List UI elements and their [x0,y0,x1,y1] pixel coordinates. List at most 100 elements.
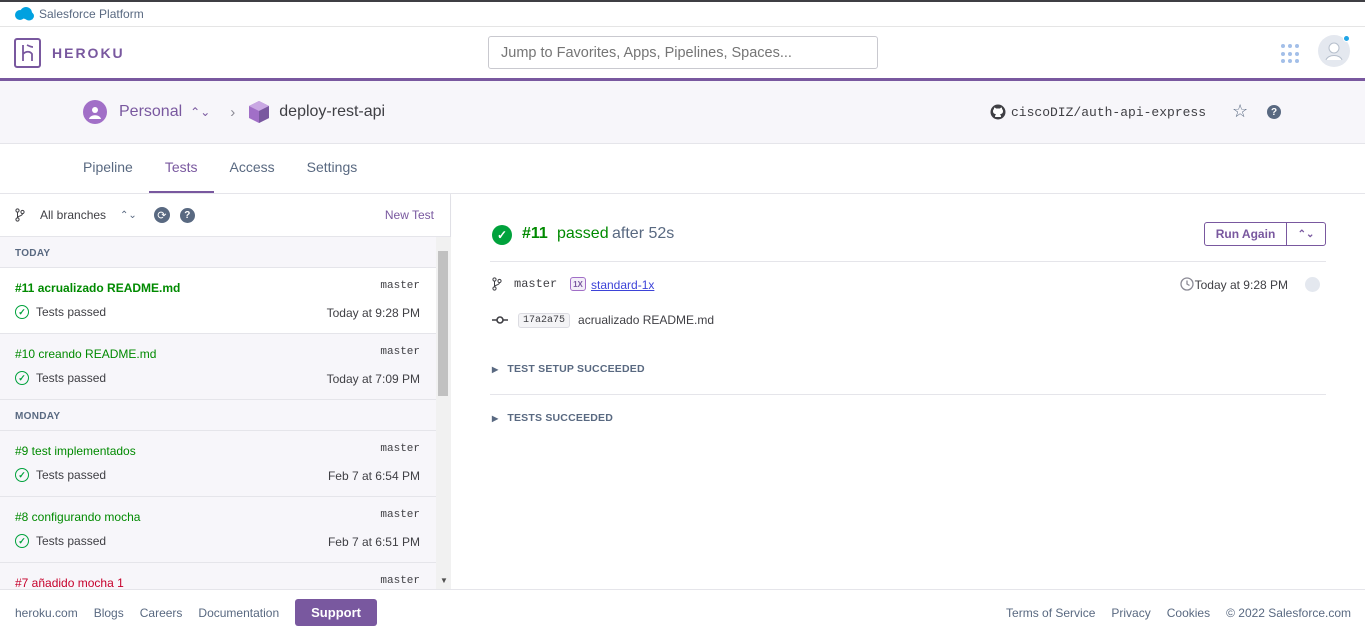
test-run-status: ✓ Tests passed [15,468,106,482]
passed-check-icon: ✓ [492,225,512,245]
expand-triangle-icon: ▶ [492,364,499,374]
heroku-brand-text: HEROKU [52,44,125,61]
test-run-item[interactable]: #10 creando README.md master ✓ Tests pass… [0,334,436,400]
footer-link-blogs[interactable]: Blogs [94,606,124,620]
tab-settings[interactable]: Settings [291,144,374,193]
test-run-title: #11 acrualizado README.md [15,281,181,295]
test-run-item[interactable]: #11 acrualizado README.md master ✓ Tests … [0,268,436,334]
check-circle-icon: ✓ [15,371,29,385]
dyno-size-badge: 1X [570,277,586,291]
salesforce-cloud-icon [15,7,34,21]
test-run-result: passed [557,225,609,242]
test-run-detail: ✓ #11 passed after 52s Run Again ⌃⌄ mast… [452,194,1365,589]
support-button[interactable]: Support [295,599,377,626]
test-run-header: ✓ #11 passed after 52s Run Again ⌃⌄ [490,222,1326,262]
test-run-item[interactable]: #9 test implementados master ✓ Tests pass… [0,431,436,497]
test-run-status: ✓ Tests passed [15,534,106,548]
check-circle-icon: ✓ [15,305,29,319]
check-circle-icon: ✓ [15,468,29,482]
footer-link-heroku[interactable]: heroku.com [15,606,78,620]
test-run-time: Feb 7 at 6:54 PM [327,469,420,483]
favorite-star-icon[interactable]: ☆ [1232,101,1248,122]
test-run-branch: master [380,509,420,521]
test-setup-section[interactable]: ▶ TEST SETUP SUCCEEDED [492,363,1326,375]
tab-tests[interactable]: Tests [148,144,214,193]
github-repo-link[interactable]: ciscoDIZ/auth-api-express [990,104,1206,120]
heroku-logo[interactable]: HEROKU [14,37,125,68]
section-label: TESTS SUCCEEDED [507,412,614,424]
day-group-label: MONDAY [0,400,436,431]
test-run-status: ✓ Tests passed [15,305,106,319]
day-group-label: TODAY [0,237,436,268]
expand-triangle-icon: ▶ [492,413,499,423]
section-label: TEST SETUP SUCCEEDED [507,363,645,375]
test-run-status-label: Tests passed [36,371,107,385]
test-run-time: Feb 7 at 6:51 PM [327,535,420,549]
help-icon[interactable]: ? [1267,105,1281,119]
breadcrumb-chevron-icon: › [230,103,236,121]
footer-link-privacy[interactable]: Privacy [1111,606,1150,620]
dyno-size-link[interactable]: standard-1x [591,278,654,292]
tab-pipeline[interactable]: Pipeline [67,144,149,193]
tab-access[interactable]: Access [214,144,291,193]
user-avatar [1305,277,1320,292]
test-run-number: #11 [522,225,548,242]
app-breadcrumb-bar: Personal ⌃⌄ › deploy-rest-api ciscoDIZ/a… [0,81,1365,144]
commit-sha[interactable]: 17a2a75 [518,312,571,328]
app-name-link[interactable]: deploy-rest-api [279,103,385,121]
branch-icon [15,208,25,222]
search-input[interactable] [488,36,878,69]
team-switcher-chevron-icon[interactable]: ⌃⌄ [190,105,210,119]
test-run-time: Today at 9:28 PM [326,306,420,320]
footer-right-links: Terms of Service Privacy Cookies © 2022 … [990,606,1351,620]
commit-message: acrualizado README.md [578,313,715,327]
user-avatar-icon [1325,42,1343,61]
repo-name: ciscoDIZ/auth-api-express [1011,104,1207,120]
apps-grid-icon[interactable] [1281,44,1301,64]
branch-filter[interactable]: All branches [40,208,106,222]
run-again-dropdown-chevron-icon[interactable]: ⌃⌄ [1287,223,1325,245]
test-run-status: ✓ Tests passed [15,371,106,385]
run-again-button[interactable]: Run Again [1205,223,1287,245]
tests-section[interactable]: ▶ TESTS SUCCEEDED [492,412,1326,424]
page-footer: heroku.com Blogs Careers Documentation S… [0,589,1365,635]
test-run-title: #10 creando README.md [15,347,157,361]
tests-main: All branches ⌃⌄ ⟳ ? New Test TODAY #11 a… [0,194,1365,589]
commit-info: 17a2a75 acrualizado README.md [492,310,1326,330]
help-icon[interactable]: ? [179,207,195,223]
scroll-down-arrow-icon[interactable]: ▼ [440,576,448,585]
top-header: HEROKU [0,27,1365,81]
test-run-status-label: Tests passed [36,468,107,482]
clock-icon [1180,277,1194,291]
detail-time: Today at 9:28 PM [1194,278,1288,292]
breadcrumb: Personal ⌃⌄ › deploy-rest-api [83,100,385,124]
refresh-icon[interactable]: ⟳ [153,207,170,223]
test-run-branch: master [380,575,420,587]
test-run-item[interactable]: #7 añadido mocha 1 master [0,563,436,589]
list-scrollbar[interactable]: ▼ [436,237,451,589]
test-run-status-label: Tests passed [36,534,107,548]
section-divider [490,394,1326,395]
heroku-logo-icon [14,37,41,68]
test-run-list: TODAY #11 acrualizado README.md master ✓… [0,237,436,589]
test-run-branch: master [380,443,420,455]
branch-filter-chevron-icon[interactable]: ⌃⌄ [120,210,137,221]
test-run-title: #8 configurando mocha [15,510,141,524]
commit-icon [492,316,508,324]
user-avatar[interactable] [1318,35,1350,67]
team-switcher[interactable]: Personal [119,103,182,121]
test-run-branch: master [380,280,420,292]
app-tabs: Pipeline Tests Access Settings [0,144,1365,194]
footer-link-cookies[interactable]: Cookies [1167,606,1210,620]
test-run-duration: after 52s [612,225,675,242]
personal-user-icon [83,100,107,124]
new-test-link[interactable]: New Test [385,208,434,222]
test-run-title: #7 añadido mocha 1 [15,576,124,589]
footer-link-careers[interactable]: Careers [140,606,183,620]
scrollbar-thumb[interactable] [438,251,448,396]
test-runs-panel: All branches ⌃⌄ ⟳ ? New Test TODAY #11 a… [0,194,451,589]
footer-link-documentation[interactable]: Documentation [198,606,279,620]
footer-copyright: © 2022 Salesforce.com [1226,605,1351,620]
footer-link-terms[interactable]: Terms of Service [1006,606,1095,620]
test-run-item[interactable]: #8 configurando mocha master ✓ Tests pass… [0,497,436,563]
